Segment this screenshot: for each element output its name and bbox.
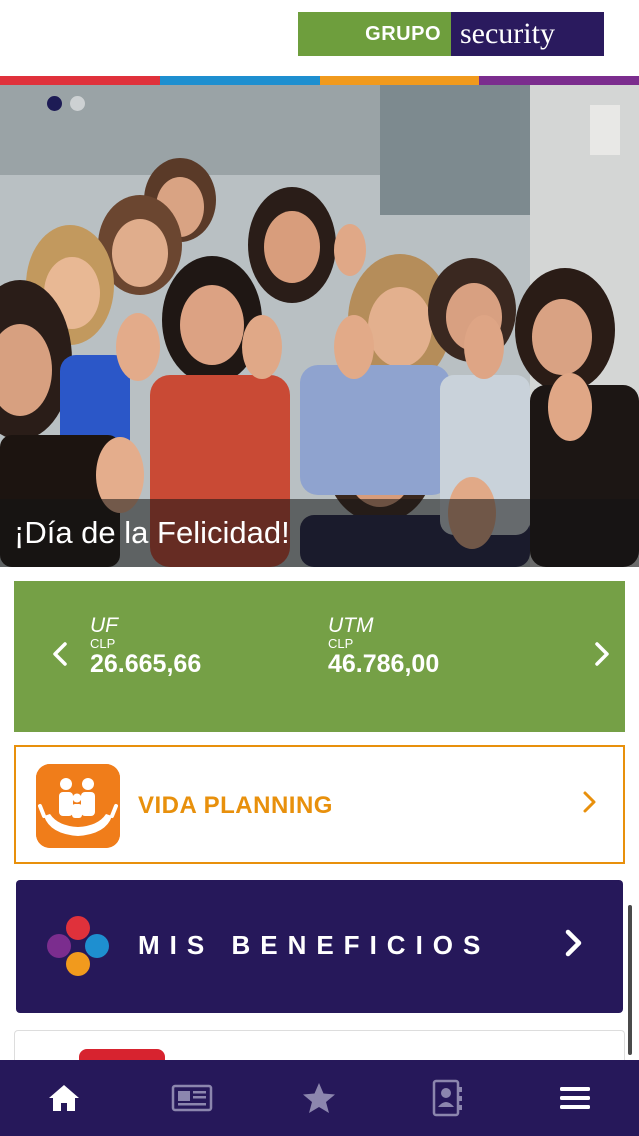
news-icon (171, 1084, 212, 1112)
home-icon (48, 1085, 79, 1111)
chevron-right-icon (563, 926, 585, 969)
mis-beneficios-label: MIS BENEFICIOS (138, 930, 491, 960)
indicator-value: 26.665,66 (90, 650, 202, 678)
four-dots-icon (47, 916, 109, 976)
app-header: GRUPO security (0, 0, 639, 76)
indicator-prev-button[interactable] (48, 639, 72, 669)
hero-carousel[interactable]: ¡Día de la Felicidad! (0, 85, 639, 567)
bottom-navigation (0, 1060, 639, 1136)
indicator-currency: CLP (328, 636, 354, 651)
mis-beneficios-button[interactable]: MIS BENEFICIOS (16, 880, 623, 1013)
star-icon (303, 1083, 336, 1113)
chevron-left-icon (53, 642, 67, 666)
brand-color-strip (0, 76, 639, 85)
nav-contacts[interactable] (383, 1060, 511, 1136)
hero-photo (0, 85, 639, 567)
hero-caption-bar: ¡Día de la Felicidad! (0, 499, 639, 567)
chevron-right-icon (581, 787, 599, 825)
strip-blue (159, 76, 320, 85)
indicator-name: UTM (328, 614, 374, 637)
menu-icon (560, 1087, 591, 1109)
vida-planning-label: VIDA PLANNING (138, 792, 333, 819)
grupo-security-logo: GRUPO security (298, 12, 604, 56)
carousel-dots (47, 96, 85, 111)
indicator-uf: UF CLP 26.665,66 (90, 614, 202, 679)
indicator-currency: CLP (90, 636, 116, 651)
indicator-utm: UTM CLP 46.786,00 (328, 614, 440, 679)
strip-red (0, 76, 160, 85)
indicator-next-button[interactable] (590, 639, 614, 669)
nav-menu[interactable] (511, 1060, 639, 1136)
chevron-right-icon (595, 642, 609, 666)
contacts-icon (433, 1079, 463, 1117)
carousel-dot[interactable] (70, 96, 85, 111)
carousel-dot-active[interactable] (47, 96, 62, 111)
logo-grupo-text: GRUPO (298, 12, 451, 56)
nav-home[interactable] (0, 1060, 128, 1136)
strip-purple (479, 76, 639, 85)
vida-planning-button[interactable]: VIDA PLANNING (14, 745, 625, 864)
strip-orange (319, 76, 480, 85)
economic-indicators-card: UF CLP 26.665,66 UTM CLP 46.786,00 (14, 581, 625, 732)
scrollbar[interactable] (628, 905, 632, 1055)
nav-news[interactable] (128, 1060, 256, 1136)
hero-caption-text: ¡Día de la Felicidad! (14, 515, 290, 550)
indicator-value: 46.786,00 (328, 650, 440, 678)
indicator-name: UF (90, 614, 118, 637)
nav-favorites[interactable] (256, 1060, 384, 1136)
family-hands-icon (36, 764, 120, 848)
logo-security-text: security (451, 12, 604, 56)
